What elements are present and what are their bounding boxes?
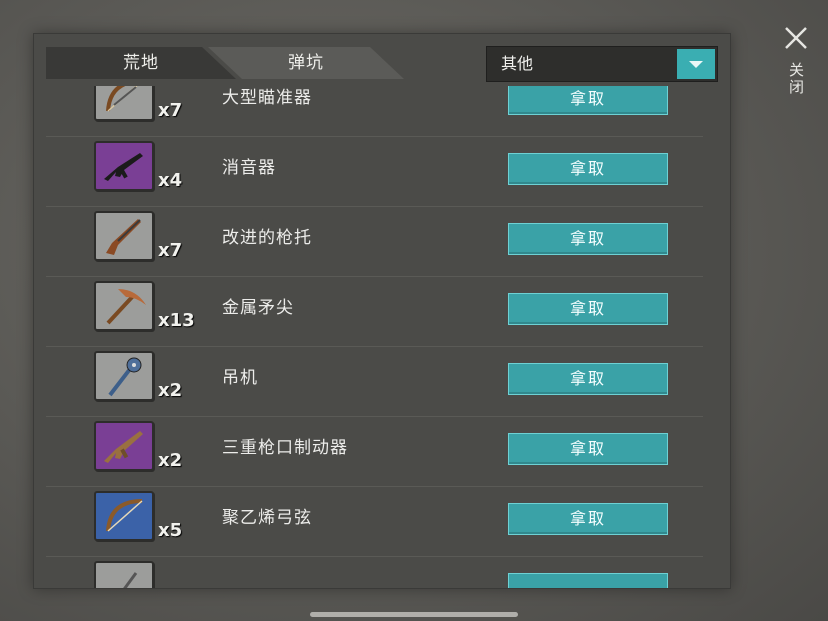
item-quantity: x4: [158, 170, 183, 191]
item-quantity: x5: [158, 520, 183, 541]
rifle-icon: [104, 153, 143, 181]
item-name: 金属矛尖: [222, 298, 294, 318]
take-button[interactable]: 拿取: [508, 153, 668, 185]
take-button[interactable]: 拿取: [508, 503, 668, 535]
item-quantity: x2: [158, 450, 183, 471]
close-icon[interactable]: [782, 24, 810, 52]
take-button[interactable]: [508, 573, 668, 588]
dropdown-value: 其他: [501, 54, 534, 73]
item-thumbnail: [94, 211, 154, 261]
list-item: x13 金属矛尖 拿取: [46, 276, 703, 347]
list-item: x2 三重枪口制动器 拿取: [46, 416, 703, 487]
item-thumbnail: [94, 561, 154, 588]
item-quantity: x7: [158, 240, 183, 261]
take-button[interactable]: 拿取: [508, 86, 668, 115]
chevron-down-icon: [689, 60, 703, 68]
item-name: 吊机: [222, 368, 258, 388]
item-name: 大型瞄准器: [222, 88, 312, 108]
pickaxe-icon: [106, 289, 146, 325]
item-thumbnail: [94, 281, 154, 331]
bow-icon: [106, 499, 143, 532]
item-list[interactable]: x7 大型瞄准器 拿取 x4 消音器 拿取 x7 改进的枪托 拿取 x13 金属…: [46, 86, 703, 588]
item-thumbnail: [94, 491, 154, 541]
list-item: x5 聚乙烯弓弦 拿取: [46, 486, 703, 557]
item-name: 三重枪口制动器: [222, 438, 348, 458]
item-thumbnail: [94, 141, 154, 191]
item-thumbnail: [94, 421, 154, 471]
spiked-club-icon: [108, 357, 142, 397]
dropdown-arrow-button[interactable]: [677, 49, 715, 79]
tab-crater[interactable]: 弹坑: [208, 47, 404, 79]
category-dropdown[interactable]: 其他: [486, 46, 718, 82]
list-item: x7 改进的枪托 拿取: [46, 206, 703, 277]
take-button[interactable]: 拿取: [508, 223, 668, 255]
close-button-label[interactable]: 关闭: [783, 62, 807, 96]
item-quantity: x13: [158, 310, 195, 331]
partial-item-icon: [123, 572, 138, 588]
item-name: 改进的枪托: [222, 228, 312, 248]
item-name: 聚乙烯弓弦: [222, 508, 312, 528]
tab-label: 荒地: [123, 53, 159, 73]
bow-icon: [106, 86, 138, 112]
item-thumbnail: [94, 351, 154, 401]
take-button[interactable]: 拿取: [508, 293, 668, 325]
item-name: 消音器: [222, 158, 276, 178]
home-indicator: [310, 612, 518, 617]
tab-bar: 荒地 弹坑 其他: [34, 34, 730, 86]
item-thumbnail: [94, 86, 154, 121]
list-item: x4 消音器 拿取: [46, 136, 703, 207]
shotgun-icon: [106, 219, 141, 255]
item-quantity: x7: [158, 100, 183, 121]
take-button[interactable]: 拿取: [508, 363, 668, 395]
tab-label: 弹坑: [288, 53, 324, 73]
assault-rifle-icon: [104, 431, 143, 463]
list-item: [46, 556, 703, 588]
list-item: x7 大型瞄准器 拿取: [46, 86, 703, 137]
item-quantity: x2: [158, 380, 183, 401]
take-button[interactable]: 拿取: [508, 433, 668, 465]
loot-panel: 荒地 弹坑 其他 x7 大型瞄准器 拿取 x4 消音器 拿取 x7 改进的枪托 …: [33, 33, 731, 589]
list-item: x2 吊机 拿取: [46, 346, 703, 417]
